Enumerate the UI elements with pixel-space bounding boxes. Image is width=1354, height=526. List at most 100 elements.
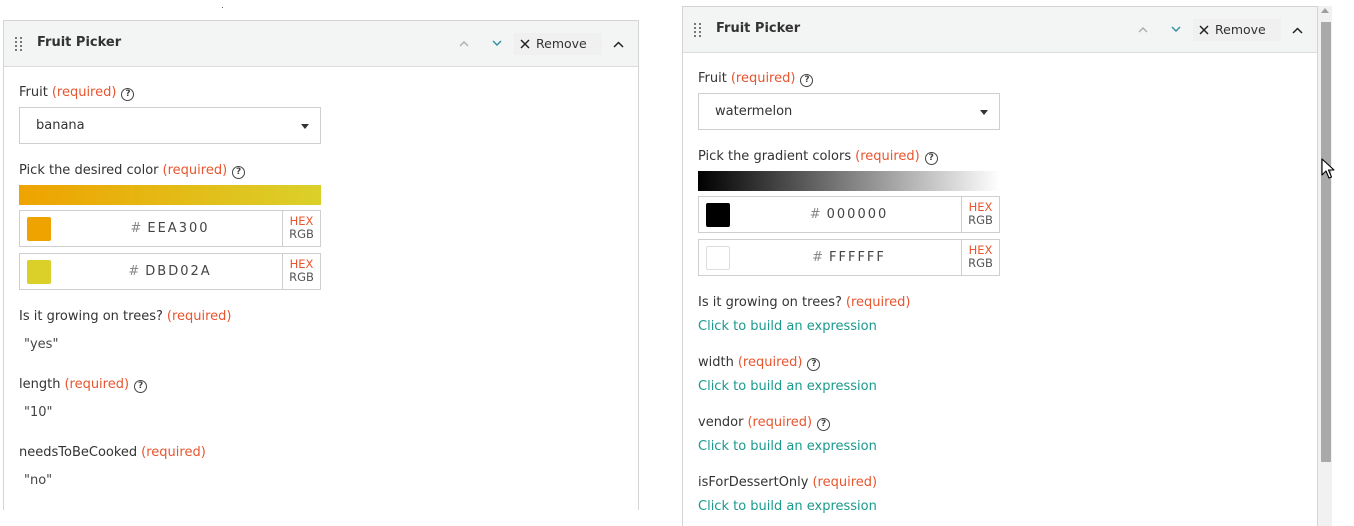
close-icon	[1199, 25, 1209, 35]
hex-input[interactable]: #000000	[739, 197, 959, 232]
trees-label: Is it growing on trees? (required)	[698, 295, 911, 310]
fruit-select-value: watermelon	[715, 104, 793, 119]
fruit-label: Fruit (required)?	[698, 71, 814, 87]
panel-header: Fruit Picker Remove	[683, 7, 1317, 53]
drag-handle-icon[interactable]	[694, 23, 702, 37]
color-swatch[interactable]	[706, 203, 730, 227]
fruit-select[interactable]: watermelon	[698, 93, 1000, 130]
move-down-button[interactable]	[489, 33, 505, 55]
help-circle-icon[interactable]: ?	[924, 152, 938, 165]
rgb-mode[interactable]: RGB	[962, 214, 999, 227]
hash-symbol: #	[809, 207, 821, 222]
color-swatch[interactable]	[27, 260, 51, 284]
hex-value: 000000	[826, 207, 889, 222]
length-value[interactable]: "10"	[24, 405, 53, 420]
build-expression-link[interactable]: Click to build an expression	[698, 439, 877, 454]
drag-handle-icon[interactable]	[15, 37, 23, 51]
color-input-row: #000000 HEX RGB	[698, 196, 1000, 233]
trees-value[interactable]: "yes"	[24, 337, 58, 352]
hex-value: EEA300	[147, 221, 210, 236]
trees-label-text: Is it growing on trees?	[19, 309, 163, 324]
width-label: width (required)?	[698, 355, 821, 371]
length-label-text: length	[19, 377, 61, 392]
chevron-down-icon	[492, 40, 502, 46]
panel-header: Fruit Picker Remove	[4, 21, 638, 67]
move-down-button[interactable]	[1168, 19, 1184, 41]
required-marker: (required)	[855, 149, 920, 164]
remove-button[interactable]: Remove	[514, 33, 602, 55]
color-swatch[interactable]	[27, 217, 51, 241]
close-icon	[520, 39, 530, 49]
required-marker: (required)	[162, 163, 228, 178]
remove-button[interactable]: Remove	[1193, 19, 1281, 41]
chevron-up-icon	[612, 41, 624, 48]
required-marker: (required)	[737, 355, 803, 370]
help-circle-icon[interactable]: ?	[134, 380, 148, 393]
build-expression-link[interactable]: Click to build an expression	[698, 319, 877, 334]
vendor-label-text: vendor	[698, 415, 744, 430]
help-circle-icon[interactable]: ?	[800, 74, 814, 87]
required-marker: (required)	[845, 295, 911, 310]
cooked-value[interactable]: "no"	[24, 473, 52, 488]
build-expression-link[interactable]: Click to build an expression	[698, 379, 877, 394]
build-expression-link[interactable]: Click to build an expression	[698, 499, 877, 514]
chevron-up-icon	[1291, 27, 1303, 34]
remove-label: Remove	[1215, 22, 1266, 37]
color-mode-toggle[interactable]: HEX RGB	[961, 197, 999, 232]
hash-symbol: #	[130, 221, 142, 236]
scroll-up-arrow[interactable]	[1321, 8, 1329, 13]
color-input-row: # EEA300 HEX RGB	[19, 210, 321, 247]
move-up-button[interactable]	[456, 33, 472, 55]
required-marker: (required)	[64, 377, 130, 392]
color-label-text: Pick the gradient colors	[698, 149, 852, 164]
help-circle-icon[interactable]: ?	[121, 88, 135, 101]
chevron-up-icon	[1138, 27, 1148, 33]
scrollbar-thumb[interactable]	[1321, 22, 1331, 462]
hex-value: FFFFFF	[829, 250, 886, 265]
mouse-cursor-icon	[1321, 158, 1335, 179]
fruit-label-text: Fruit	[698, 71, 727, 86]
color-label: Pick the desired color (required)?	[19, 163, 246, 179]
panel-title: Fruit Picker	[37, 35, 122, 50]
hex-input[interactable]: # EEA300	[60, 211, 280, 246]
rgb-mode[interactable]: RGB	[283, 271, 320, 284]
required-marker: (required)	[51, 85, 117, 100]
panel-title: Fruit Picker	[716, 21, 801, 36]
vendor-label: vendor (required)?	[698, 415, 831, 431]
help-circle-icon[interactable]: ?	[807, 358, 821, 371]
hash-symbol: #	[128, 264, 140, 279]
fruit-select[interactable]: banana	[19, 107, 321, 144]
trees-label: Is it growing on trees? (required)	[19, 309, 232, 324]
color-input-row: # DBD02A HEX RGB	[19, 253, 321, 290]
hex-input[interactable]: # DBD02A	[60, 254, 280, 289]
color-label: Pick the gradient colors (required)?	[698, 149, 938, 165]
required-marker: (required)	[141, 445, 206, 460]
color-mode-toggle[interactable]: HEX RGB	[282, 254, 320, 289]
help-circle-icon[interactable]: ?	[232, 166, 246, 179]
required-marker: (required)	[730, 71, 796, 86]
collapse-button[interactable]	[610, 33, 626, 55]
caret-down-icon	[301, 124, 309, 129]
help-circle-icon[interactable]: ?	[817, 418, 831, 431]
color-mode-toggle[interactable]: HEX RGB	[961, 240, 999, 275]
collapse-button[interactable]	[1289, 19, 1305, 41]
chevron-down-icon	[1171, 26, 1181, 32]
rgb-mode[interactable]: RGB	[962, 257, 999, 270]
chevron-up-icon	[459, 41, 469, 47]
hex-value: DBD02A	[145, 264, 212, 279]
color-mode-toggle[interactable]: HEX RGB	[282, 211, 320, 246]
dessert-label-text: isForDessertOnly	[698, 475, 809, 490]
move-up-button[interactable]	[1135, 19, 1151, 41]
rgb-mode[interactable]: RGB	[283, 228, 320, 241]
fruit-label-text: Fruit	[19, 85, 48, 100]
remove-label: Remove	[536, 36, 587, 51]
hex-input[interactable]: # FFFFFF	[739, 240, 959, 275]
caret-down-icon	[980, 110, 988, 115]
trees-label-text: Is it growing on trees?	[698, 295, 842, 310]
color-swatch[interactable]	[706, 246, 730, 270]
color-label-text: Pick the desired color	[19, 163, 159, 178]
required-marker: (required)	[747, 415, 813, 430]
cooked-label: needsToBeCooked (required)	[19, 445, 206, 460]
fruit-picker-panel-left: Fruit Picker Remove Fruit (required)? ban…	[3, 20, 639, 510]
gradient-preview	[698, 171, 1000, 191]
